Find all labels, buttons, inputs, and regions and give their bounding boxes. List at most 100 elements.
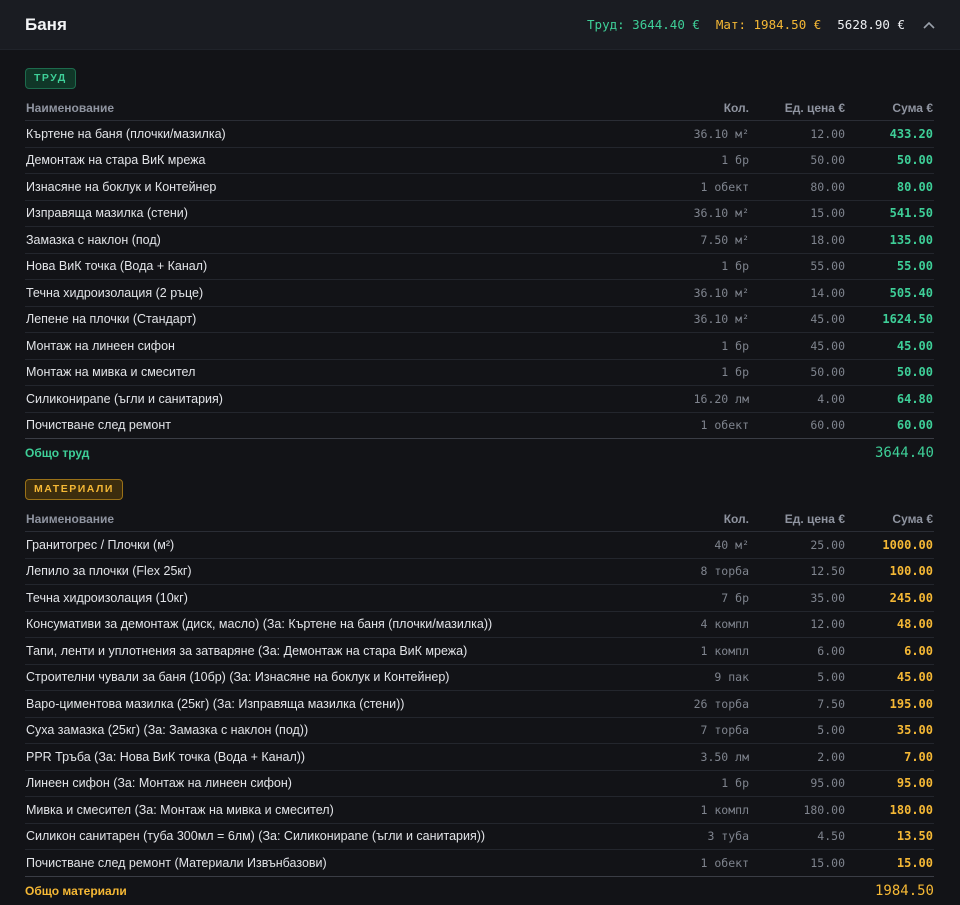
cell-sum: 15.00	[846, 849, 934, 877]
cell-qty: 4 компл	[610, 611, 750, 638]
cell-unit-price: 50.00	[750, 147, 846, 174]
cell-sum: 245.00	[846, 584, 934, 612]
cell-qty: 36.10 м²	[610, 279, 750, 307]
header-totals: Труд: 3644.40 € Мат: 1984.50 € 5628.90 €	[587, 17, 905, 32]
table-row: Суха замазка (25кг) (За: Замазка с накло…	[25, 717, 934, 744]
cell-sum: 13.50	[846, 823, 934, 850]
table-row: Замазка с наклон (под) 7.50 м² 18.00 135.00	[25, 226, 934, 254]
cell-name: Почистване след ремонт (Материали Извънб…	[25, 849, 610, 877]
cell-name: Монтаж на линеен сифон	[25, 332, 610, 360]
table-row: PPR Тръба (За: Нова ВиК точка (Вода + Ка…	[25, 743, 934, 771]
cell-qty: 1 обект	[610, 849, 750, 877]
table-row: Монтаж на мивка и смесител 1 бр 50.00 50.00	[25, 359, 934, 386]
cell-name: Замазка с наклон (под)	[25, 226, 610, 254]
cell-qty: 1 обект	[610, 412, 750, 439]
cell-unit-price: 18.00	[750, 226, 846, 254]
labor-total-row: Общо труд 3644.40	[25, 439, 934, 467]
column-header-unit-price: Ед. цена €	[750, 506, 846, 532]
cell-unit-price: 14.00	[750, 279, 846, 307]
cell-sum: 35.00	[846, 717, 934, 744]
cell-qty: 3.50 лм	[610, 743, 750, 771]
cell-name: Гранитогрес / Плочки (м²)	[25, 531, 610, 559]
cell-sum: 505.40	[846, 279, 934, 307]
cell-sum: 135.00	[846, 226, 934, 254]
cell-sum: 45.00	[846, 664, 934, 691]
cell-qty: 8 торба	[610, 558, 750, 585]
grand-total-summary: 5628.90 €	[837, 17, 905, 32]
cell-name: Изправяща мазилка (стени)	[25, 200, 610, 227]
cell-sum: 50.00	[846, 359, 934, 386]
cell-name: Изнасяне на боклук и Контейнер	[25, 173, 610, 201]
table-row: Лепене на плочки (Стандарт) 36.10 м² 45.00…	[25, 306, 934, 333]
materials-total-value: 1984.50	[874, 882, 934, 899]
cell-qty: 36.10 м²	[610, 306, 750, 333]
cell-name: Линеен сифон (За: Монтаж на линеен сифон…	[25, 770, 610, 797]
cell-name: Тапи, ленти и уплотнения за затваряне (З…	[25, 637, 610, 665]
cell-name: Течна хидроизолация (2 ръце)	[25, 279, 610, 307]
cell-name: Нова ВиК точка (Вода + Канал)	[25, 253, 610, 280]
cell-qty: 7 торба	[610, 717, 750, 744]
cell-sum: 80.00	[846, 173, 934, 201]
cell-qty: 1 обект	[610, 173, 750, 201]
cell-name: Мивка и смесител (За: Монтаж на мивка и …	[25, 796, 610, 824]
cell-name: Суха замазка (25кг) (За: Замазка с накло…	[25, 717, 610, 744]
cell-qty: 1 бр	[610, 332, 750, 360]
cell-name: Варо-циментова мазилка (25кг) (За: Изпра…	[25, 690, 610, 718]
table-row: Почистване след ремонт 1 обект 60.00 60.00	[25, 412, 934, 439]
cell-unit-price: 4.50	[750, 823, 846, 850]
cell-sum: 64.80	[846, 385, 934, 413]
cell-unit-price: 5.00	[750, 664, 846, 691]
cell-sum: 180.00	[846, 796, 934, 824]
labor-header-row: Наименование Кол. Ед. цена € Сума €	[25, 95, 934, 121]
cell-qty: 36.10 м²	[610, 120, 750, 148]
labor-total-summary: Труд: 3644.40 €	[587, 17, 700, 32]
cell-unit-price: 60.00	[750, 412, 846, 439]
table-row: Изправяща мазилка (стени) 36.10 м² 15.00 54…	[25, 200, 934, 227]
cell-qty: 26 торба	[610, 690, 750, 718]
table-row: Нова ВиК точка (Вода + Канал) 1 бр 55.00 55…	[25, 253, 934, 280]
section-header[interactable]: Баня Труд: 3644.40 € Мат: 1984.50 € 5628…	[0, 0, 960, 50]
cell-qty: 3 туба	[610, 823, 750, 850]
table-row: Гранитогрес / Плочки (м²) 40 м² 25.00 1000.…	[25, 531, 934, 559]
cell-sum: 1000.00	[846, 531, 934, 559]
section-content: ТРУД Наименование Кол. Ед. цена € Сума €…	[0, 50, 960, 905]
cell-qty: 1 бр	[610, 147, 750, 174]
cell-qty: 7.50 м²	[610, 226, 750, 254]
cell-sum: 50.00	[846, 147, 934, 174]
cell-unit-price: 15.00	[750, 849, 846, 877]
labor-table: Наименование Кол. Ед. цена € Сума € Кърт…	[25, 95, 934, 439]
chevron-up-icon[interactable]	[905, 15, 935, 35]
table-row: Консумативи за демонтаж (диск, масло) (З…	[25, 611, 934, 638]
materials-badge: МАТЕРИАЛИ	[25, 479, 123, 500]
cell-sum: 48.00	[846, 611, 934, 638]
table-row: Линеен сифон (За: Монтаж на линеен сифон…	[25, 770, 934, 797]
materials-total-row: Общо материали 1984.50	[25, 877, 934, 905]
materials-total-label: Общо материали	[25, 883, 127, 898]
cell-sum: 100.00	[846, 558, 934, 585]
cell-name: Консумативи за демонтаж (диск, масло) (З…	[25, 611, 610, 638]
cell-name: Лепило за плочки (Flex 25кг)	[25, 558, 610, 585]
table-row: Течна хидроизолация (2 ръце) 36.10 м² 14.0…	[25, 279, 934, 307]
labor-badge: ТРУД	[25, 68, 76, 89]
materials-table: Наименование Кол. Ед. цена € Сума € Гран…	[25, 506, 934, 877]
column-header-name: Наименование	[25, 506, 610, 532]
cell-name: Почистване след ремонт	[25, 412, 610, 439]
cell-qty: 1 компл	[610, 637, 750, 665]
cell-unit-price: 15.00	[750, 200, 846, 227]
cell-qty: 40 м²	[610, 531, 750, 559]
table-row: Течна хидроизолация (10кг) 7 бр 35.00 245.0…	[25, 584, 934, 612]
cell-name: Къртене на баня (плочки/мазилка)	[25, 120, 610, 148]
cell-unit-price: 45.00	[750, 332, 846, 360]
table-row: Къртене на баня (плочки/мазилка) 36.10 м²…	[25, 120, 934, 148]
table-row: Демонтаж на стара ВиК мрежа 1 бр 50.00 50.0…	[25, 147, 934, 174]
table-row: Мивка и смесител (За: Монтаж на мивка и …	[25, 796, 934, 824]
cell-unit-price: 45.00	[750, 306, 846, 333]
cell-name: Строителни чували за баня (10бр) (За: Из…	[25, 664, 610, 691]
section-title: Баня	[25, 14, 67, 34]
cell-unit-price: 55.00	[750, 253, 846, 280]
column-header-unit-price: Ед. цена €	[750, 95, 846, 121]
table-row: Лепило за плочки (Flex 25кг) 8 торба 12.50…	[25, 558, 934, 585]
cell-sum: 195.00	[846, 690, 934, 718]
cell-sum: 433.20	[846, 120, 934, 148]
labor-total-label: Общо труд	[25, 446, 90, 460]
